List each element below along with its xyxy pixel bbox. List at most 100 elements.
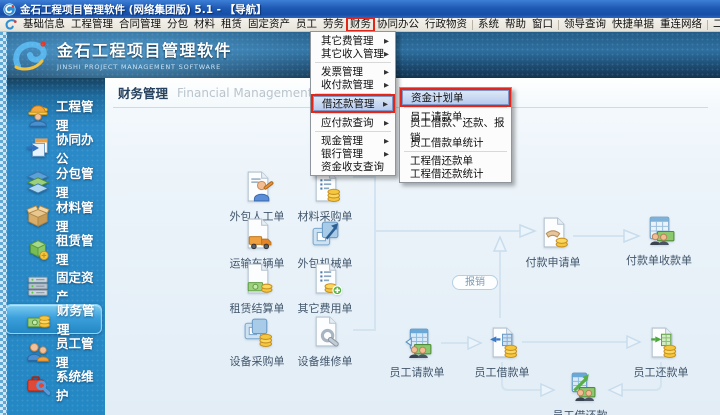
flow-node-label: 付款单收款单 <box>614 252 704 268</box>
menubar-item-协同办公[interactable]: 协同办公 <box>374 18 422 31</box>
flow-node-label: 设备维修单 <box>280 353 370 369</box>
sidebar-item-固定资产[interactable]: 固定资产 <box>0 271 105 301</box>
doc-repay-icon <box>645 344 678 363</box>
menubar-item-二次开发[interactable]: 二次开发 <box>710 18 720 31</box>
doc-borrow-icon <box>486 344 519 363</box>
lease-icon <box>26 237 50 261</box>
app-logo-icon <box>3 3 16 16</box>
sidebar-item-工程管理[interactable]: 工程管理 <box>0 100 105 130</box>
menubar-item-行政物资[interactable]: 行政物资 <box>422 18 470 31</box>
material-icon <box>26 204 50 228</box>
flow-node-label: 员工借还款 <box>535 407 625 415</box>
submenu-arrow-icon: ▶ <box>384 137 389 145</box>
menu-separator <box>315 62 391 63</box>
menu-separator <box>404 151 507 152</box>
submenu-item-工程借还款统计[interactable]: 工程借还款统计 <box>401 167 510 180</box>
menubar-item-重连网络[interactable]: 重连网络 <box>657 18 705 31</box>
flow-node-员工请款单[interactable]: 员工请款单 <box>372 326 462 380</box>
menu-item-label: 员工借款单统计 <box>410 135 484 150</box>
menu-item-label: 其它收入管理 <box>321 46 384 61</box>
menubar-item-劳务[interactable]: 劳务 <box>320 18 347 31</box>
menu-item-其它收入管理[interactable]: 其它收入管理▶ <box>312 47 394 60</box>
flow-node-设备维修单[interactable]: 设备维修单 <box>280 315 370 369</box>
sidebar-item-租赁管理[interactable]: 租赁管理 <box>0 234 105 264</box>
menu-item-应付款查询[interactable]: 应付款查询▶ <box>312 116 394 129</box>
menu-item-收付款管理[interactable]: 收付款管理▶ <box>312 78 394 91</box>
doc-wrench-icon <box>309 333 342 352</box>
doc-hand-coins-icon <box>537 234 570 253</box>
menubar-item-系统[interactable]: 系统 <box>475 18 502 31</box>
menubar-item-合同管理[interactable]: 合同管理 <box>116 18 164 31</box>
menubar-separator <box>472 20 473 30</box>
window-titlebar: 金石工程项目管理软件 (网络集团版) 5.1 - 【导航】 <box>0 0 720 18</box>
menubar-item-窗口[interactable]: 窗口 <box>529 18 556 31</box>
sidebar-nav: 工程管理协同办公分包管理材料管理租赁管理固定资产财务管理员工管理系统维护 <box>0 78 105 415</box>
doc-truck-icon <box>241 235 274 254</box>
sidebar-item-分包管理[interactable]: 分包管理 <box>0 167 105 197</box>
flow-node-付款申请单[interactable]: 付款申请单 <box>508 216 598 270</box>
submenu-item-资金计划单[interactable]: 资金计划单 <box>402 90 509 105</box>
finance-dropdown-menu: 其它费管理▶其它收入管理▶发票管理▶收付款管理▶借还款管理▶应付款查询▶现金管理… <box>310 31 396 176</box>
checker-pattern <box>0 32 7 415</box>
flow-node-label: 付款申请单 <box>508 254 598 270</box>
menu-separator <box>315 93 391 94</box>
brand-logo: 金石工程项目管理软件 JINSHI PROJECT MANAGEMENT SOF… <box>10 36 232 72</box>
menubar-item-领导查询[interactable]: 领导查询 <box>561 18 609 31</box>
menubar-item-工程管理[interactable]: 工程管理 <box>68 18 116 31</box>
sheet-people-request-icon <box>401 344 434 363</box>
staff-icon <box>26 340 50 364</box>
menu-separator <box>315 113 391 114</box>
menubar-item-快捷单据[interactable]: 快捷单据 <box>609 18 657 31</box>
menubar-item-员工[interactable]: 员工 <box>293 18 320 31</box>
menu-item-label: 借还款管理 <box>322 96 375 111</box>
submenu-arrow-icon: ▶ <box>384 37 389 45</box>
menubar-item-分包[interactable]: 分包 <box>164 18 191 31</box>
menu-separator <box>315 131 391 132</box>
sidebar-item-label: 分包管理 <box>56 163 105 201</box>
sidebar-item-材料管理[interactable]: 材料管理 <box>0 201 105 231</box>
sidebar-item-协同办公[interactable]: 协同办公 <box>0 133 105 163</box>
menubar-item-基础信息[interactable]: 基础信息 <box>20 18 68 31</box>
reimburse-annotation: 报销 <box>452 275 498 290</box>
flow-node-材料采购单[interactable]: 材料采购单 <box>280 170 370 224</box>
brand-name: 金石工程项目管理软件 <box>57 37 232 61</box>
flow-node-员工借还款[interactable]: 员工借还款 <box>535 369 625 415</box>
menu-item-资金收支查询[interactable]: 资金收支查询 <box>312 160 394 173</box>
subcontract-icon <box>26 170 50 194</box>
flow-node-员工借款单[interactable]: 员工借款单 <box>457 326 547 380</box>
flow-node-付款单收款单[interactable]: 付款单收款单 <box>614 214 704 268</box>
submenu-arrow-icon: ▶ <box>384 81 389 89</box>
loan-submenu: 资金计划单员工请款单员工借款、还款、报销员工借款单统计工程借还款单工程借还款统计 <box>399 87 512 183</box>
doc-person-icon <box>241 188 274 207</box>
submenu-arrow-icon: ▶ <box>383 100 388 108</box>
menubar-item-租赁[interactable]: 租赁 <box>218 18 245 31</box>
sidebar-item-label: 系统维护 <box>56 366 105 404</box>
menubar-item-材料[interactable]: 材料 <box>191 18 218 31</box>
menu-separator <box>404 107 507 108</box>
submenu-arrow-icon: ▶ <box>384 119 389 127</box>
sidebar-item-员工管理[interactable]: 员工管理 <box>0 337 105 367</box>
flow-node-员工还款单[interactable]: 员工还款单 <box>616 326 706 380</box>
menubar-item-固定资产[interactable]: 固定资产 <box>245 18 293 31</box>
menubar-item-财务[interactable]: 财务 <box>347 18 374 31</box>
sidebar-item-label: 协同办公 <box>56 129 105 167</box>
sheet-people-money-icon <box>643 232 676 251</box>
sidebar-item-label: 租赁管理 <box>56 230 105 268</box>
menu-item-label: 工程借还款统计 <box>410 166 484 181</box>
menu-item-借还款管理[interactable]: 借还款管理 ▶ <box>313 96 393 111</box>
sheet-exchange-icon <box>564 387 597 406</box>
menubar-item-帮助[interactable]: 帮助 <box>502 18 529 31</box>
brand-subtitle: JINSHI PROJECT MANAGEMENT SOFTWARE <box>57 63 232 71</box>
sidebar-item-系统维护[interactable]: 系统维护 <box>0 370 105 400</box>
submenu-arrow-icon: ▶ <box>384 50 389 58</box>
doc-money-icon <box>241 280 274 299</box>
menu-item-label: 资金计划单 <box>411 90 464 105</box>
sidebar-item-财务管理[interactable]: 财务管理 <box>5 304 102 334</box>
project-icon <box>26 103 50 127</box>
flow-node-label: 员工借款单 <box>457 364 547 380</box>
squares-arrow-icon <box>309 235 342 254</box>
flow-node-其它费用单[interactable]: 其它费用单 <box>280 262 370 316</box>
flow-node-label: 员工还款单 <box>616 364 706 380</box>
collab-icon <box>26 136 50 160</box>
submenu-arrow-icon: ▶ <box>384 68 389 76</box>
